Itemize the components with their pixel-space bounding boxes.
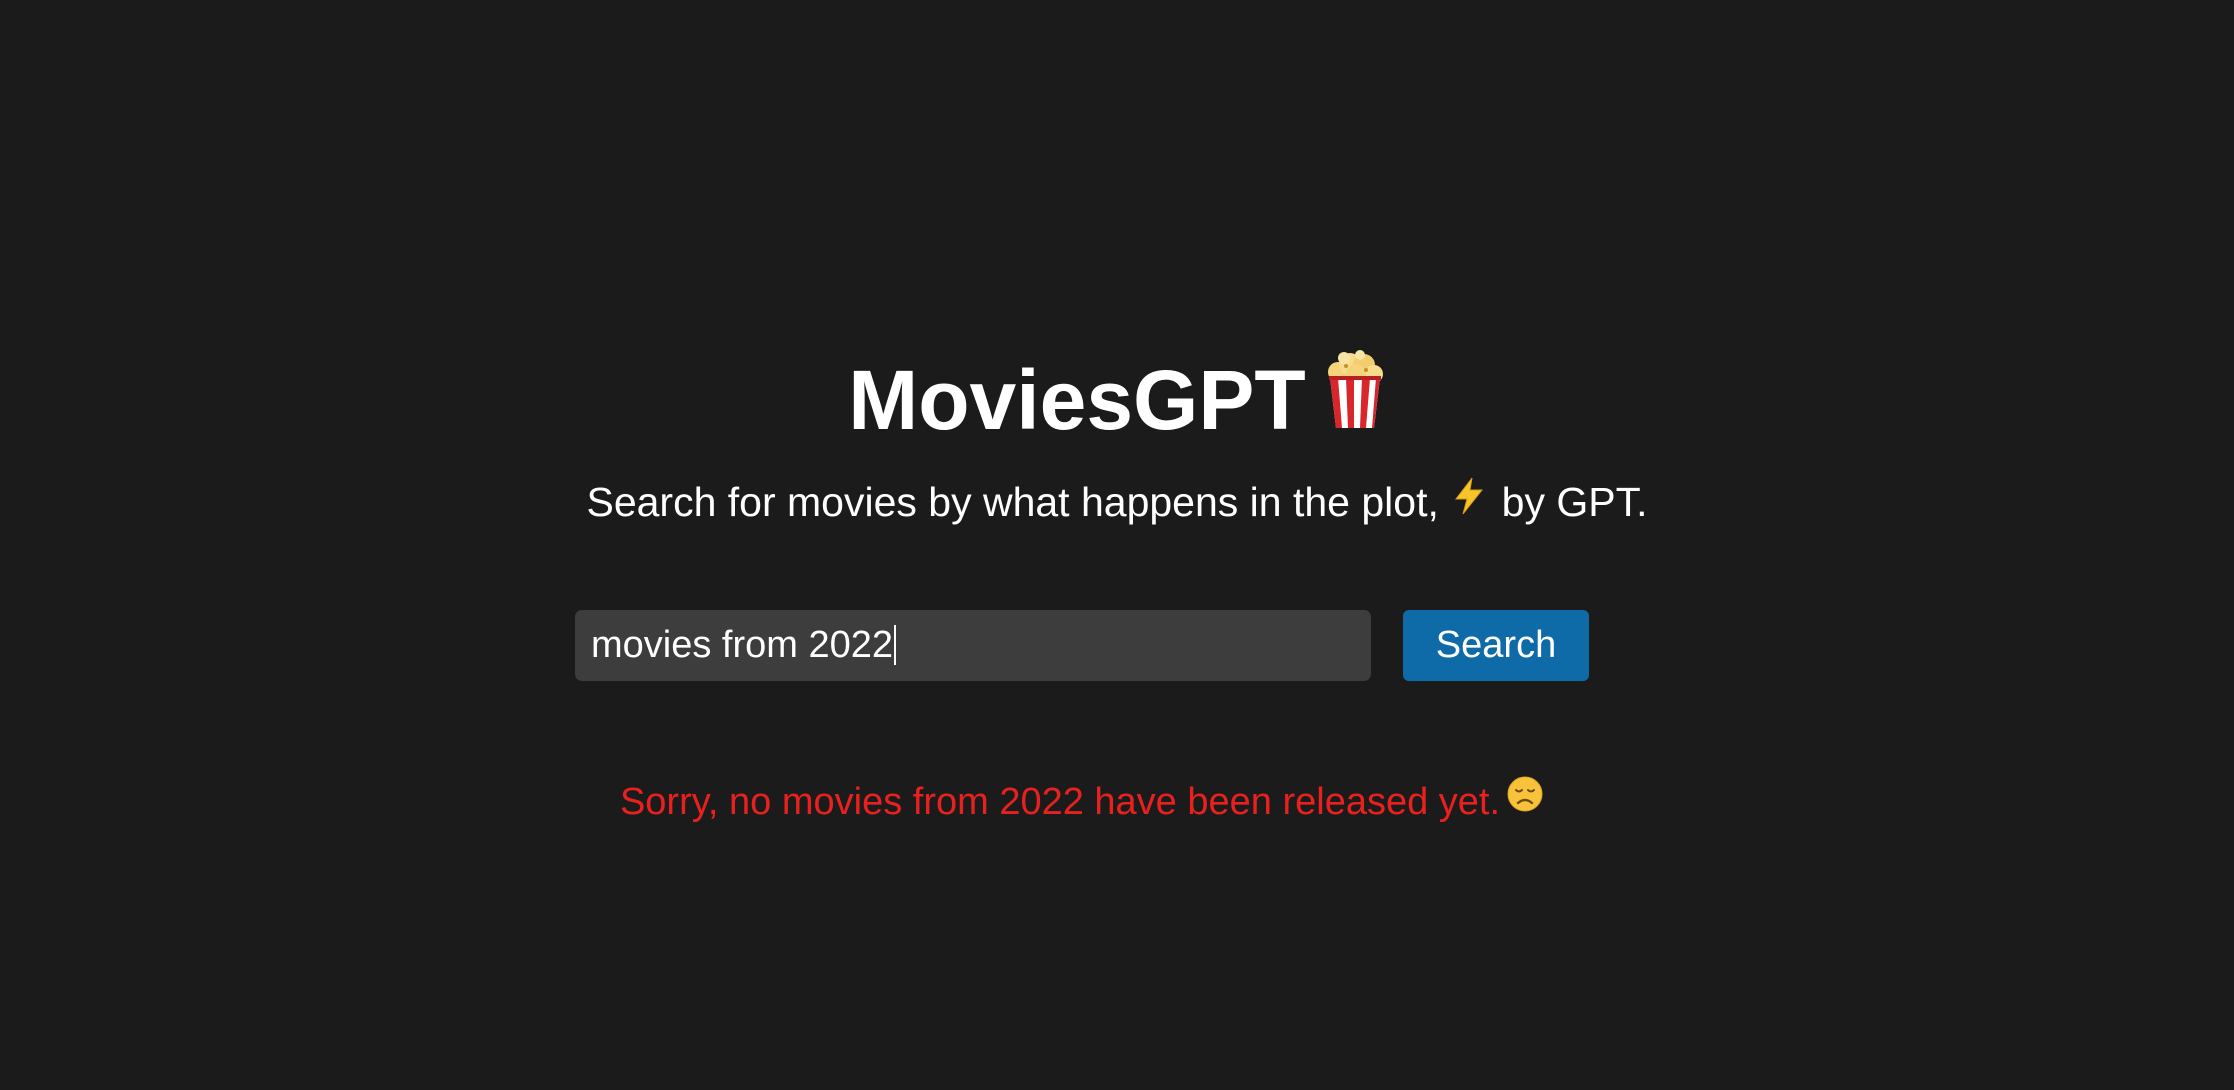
lightning-bolt-icon [1452, 474, 1486, 528]
search-input-value: movies from 2022 [591, 610, 897, 681]
error-message: Sorry, no movies from 2022 have been rel… [0, 772, 2164, 834]
header: MoviesGPT Search for movies by what happ… [0, 350, 2234, 532]
error-message-text: Sorry, no movies from 2022 have been rel… [619, 781, 1501, 823]
subtitle-text-before: Search for movies by what happens in the… [586, 479, 1439, 526]
page-subtitle: Search for movies by what happens in the… [0, 475, 2234, 532]
search-input-text: movies from 2022 [591, 624, 894, 666]
subtitle-text-after: by GPT. [1501, 479, 1648, 526]
page-title-text: MoviesGPT [848, 353, 1306, 447]
popcorn-icon [1324, 350, 1386, 451]
page-title: MoviesGPT [0, 350, 2234, 457]
sad-face-icon [1506, 771, 1544, 831]
app-root: MoviesGPT Search for movies by what happ… [0, 0, 2234, 1090]
text-caret [894, 624, 897, 665]
search-button[interactable]: Search [1403, 610, 1589, 681]
search-input[interactable]: movies from 2022 [575, 610, 1371, 681]
